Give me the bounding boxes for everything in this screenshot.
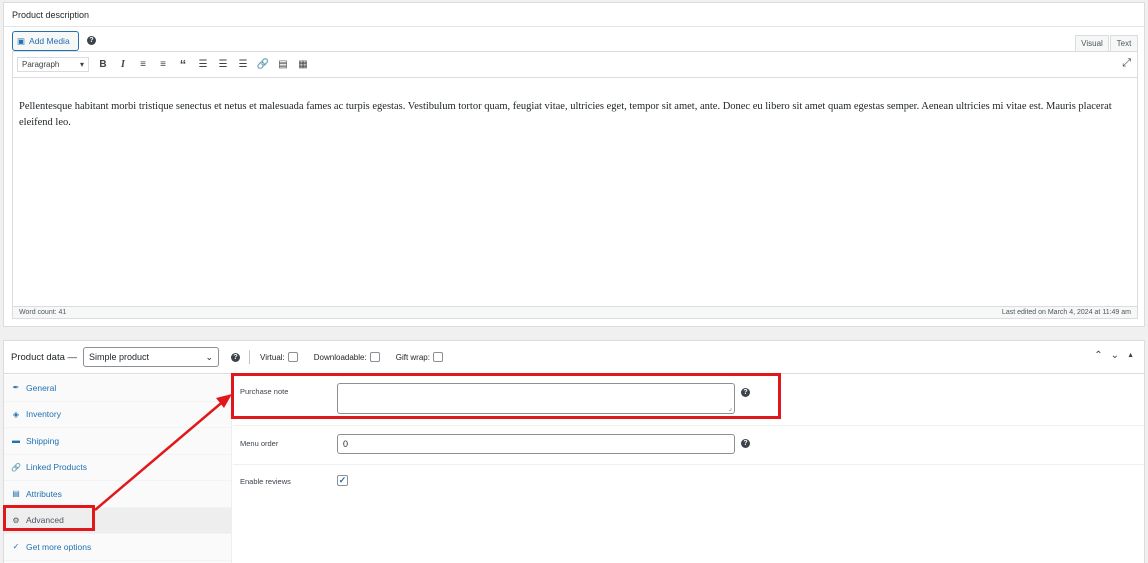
annotation-arrow — [94, 394, 232, 511]
